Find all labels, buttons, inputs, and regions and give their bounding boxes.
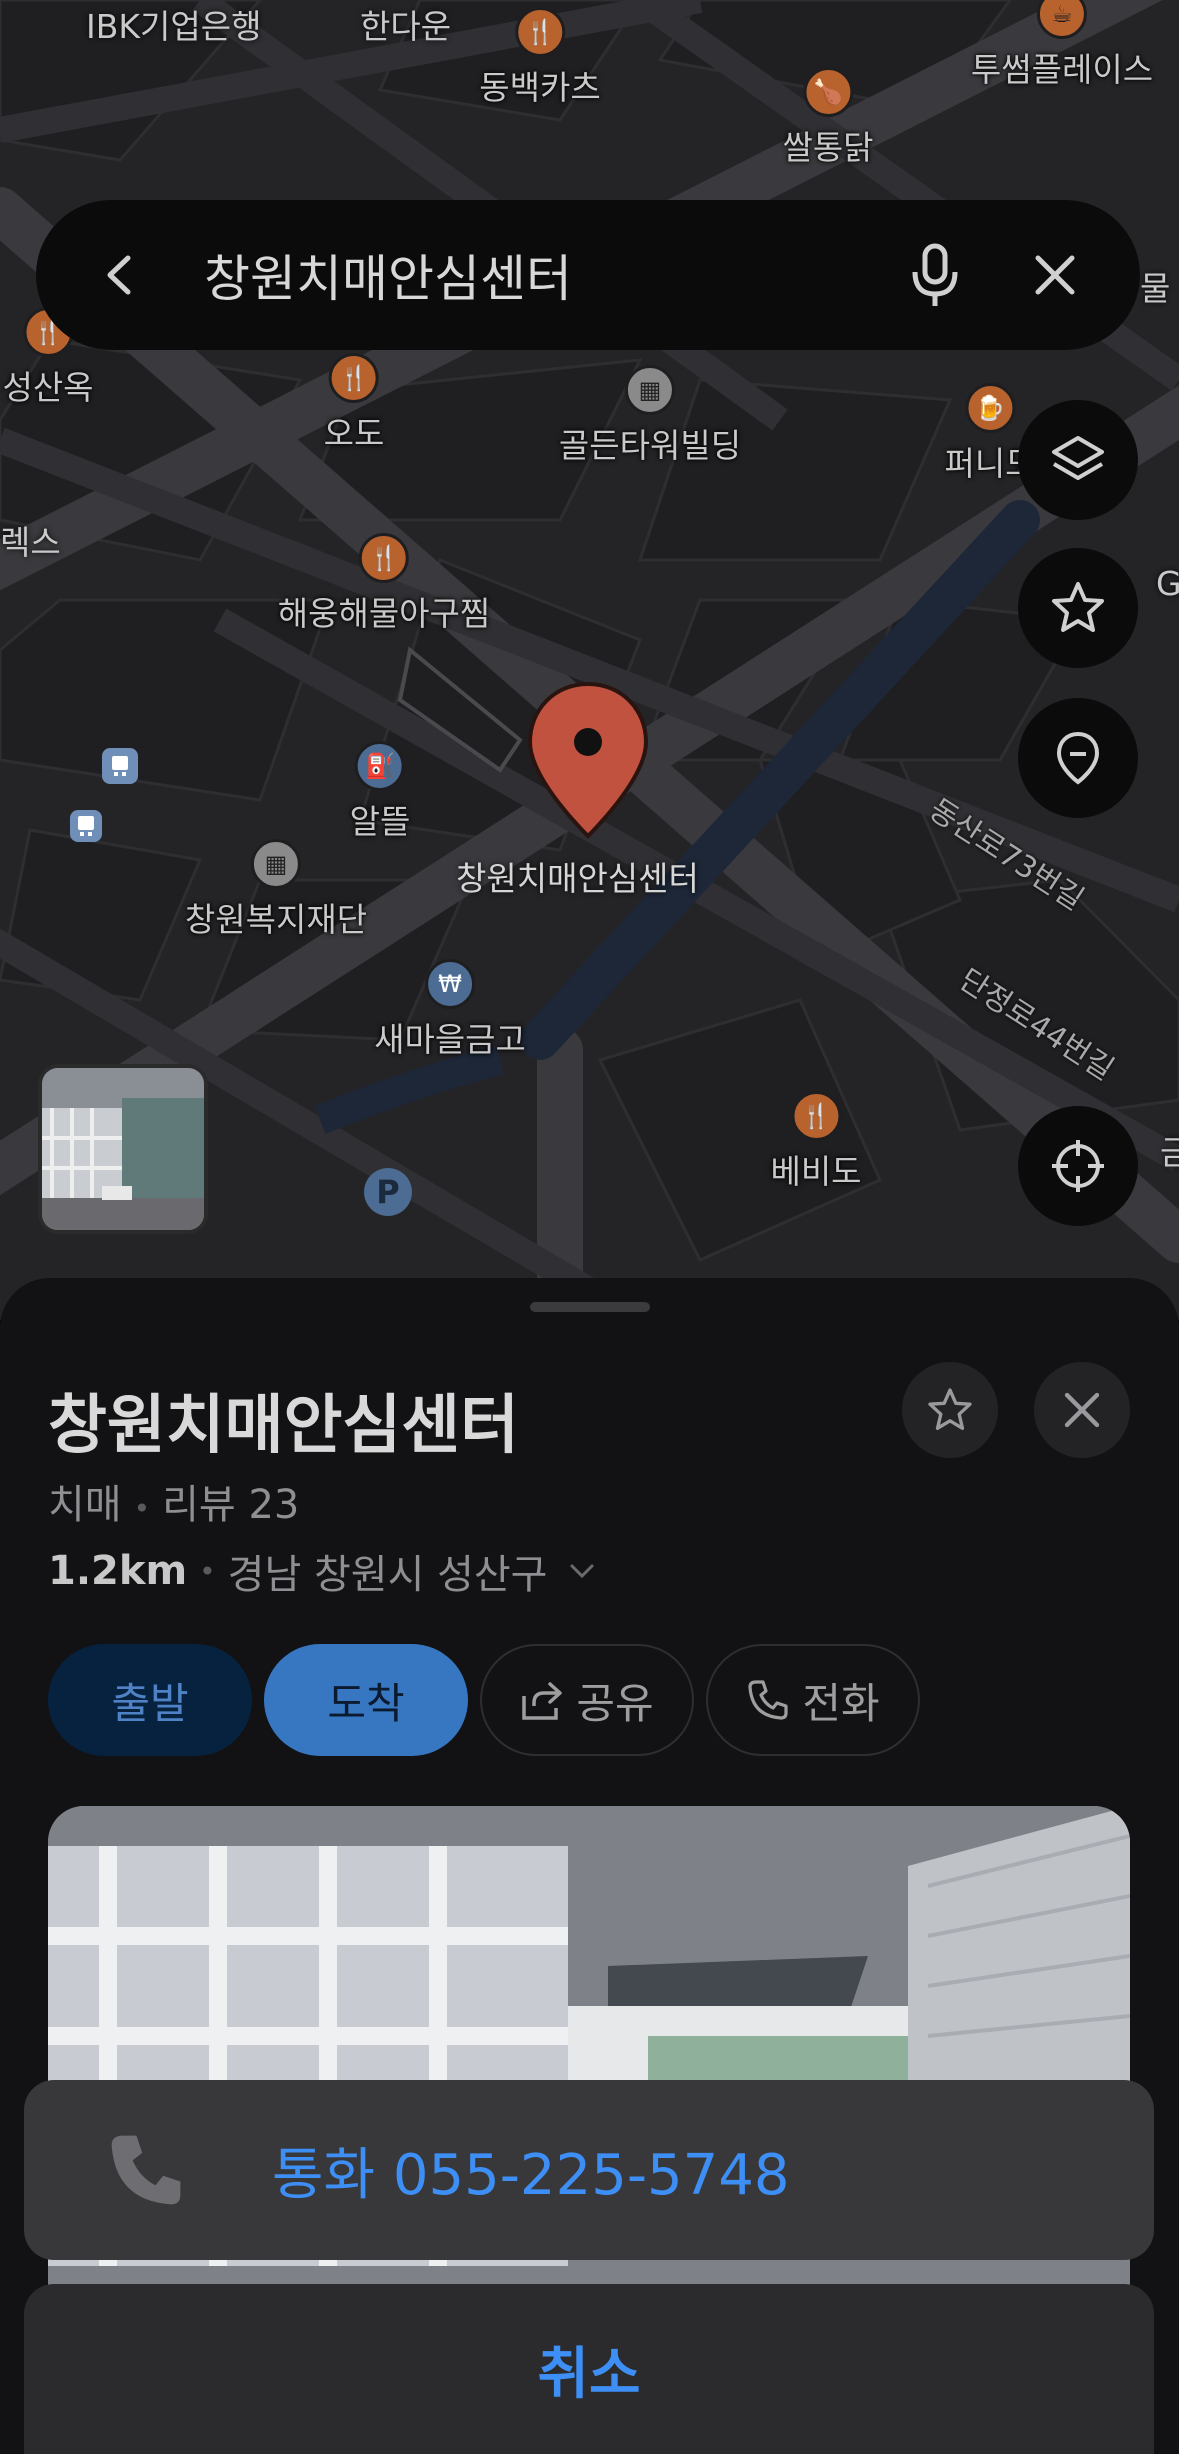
restaurant-icon: 🍴 bbox=[328, 353, 379, 403]
poi-label: 투썸플레이스 bbox=[970, 50, 1154, 89]
poi-label: 해웅해물아구찜 bbox=[277, 594, 491, 633]
share-icon bbox=[522, 1682, 563, 1720]
arrive-button[interactable]: 도착 bbox=[264, 1644, 468, 1756]
poi-saemaeul[interactable]: ₩ 새마을금고 bbox=[374, 959, 526, 1061]
call-label: 전화 bbox=[802, 1678, 880, 1728]
search-bar[interactable]: 창원치매안심센터 bbox=[36, 200, 1140, 350]
poi-label: 새마을금고 bbox=[374, 1020, 526, 1059]
poi-golden-tower[interactable]: ▦ 골든타워빌딩 bbox=[559, 365, 741, 467]
poi-label: 골든타워빌딩 bbox=[558, 426, 742, 465]
poi-odo[interactable]: 🍴 오도 bbox=[323, 353, 385, 455]
poi-label: 쌀통닭 bbox=[782, 128, 874, 167]
call-action-label: 통화 055-225-5748 bbox=[272, 2142, 790, 2208]
share-label: 공유 bbox=[576, 1678, 654, 1728]
cafe-icon: ☕ bbox=[1036, 0, 1087, 39]
poi-label: 창원복지재단 bbox=[184, 900, 368, 939]
poi-twosome[interactable]: ☕ 투썸플레이스 bbox=[971, 0, 1153, 91]
close-icon bbox=[1064, 1392, 1100, 1428]
chevron-down-icon[interactable] bbox=[562, 1551, 602, 1591]
place-category: 치매 bbox=[48, 1482, 122, 1528]
separator-dot: • bbox=[133, 1492, 151, 1525]
place-title: 창원치매안심센터 bbox=[48, 1389, 520, 1463]
map-view[interactable]: IBK기업은행 한다운 🍴 동백카츠 🍗 쌀통닭 ☕ 투썸플레이스 🍴 성산옥 … bbox=[0, 0, 1179, 1320]
building-icon: ▦ bbox=[624, 365, 675, 415]
poi-label-edge-geum[interactable]: 금 bbox=[1160, 1126, 1179, 1174]
sheet-drag-handle[interactable] bbox=[530, 1302, 650, 1312]
call-button[interactable]: 전화 bbox=[706, 1644, 920, 1756]
separator-dot: • bbox=[199, 1554, 216, 1588]
poi-changwon-welfare[interactable]: ▦ 창원복지재단 bbox=[185, 839, 367, 941]
layers-button[interactable] bbox=[1018, 400, 1138, 520]
poi-haewoong[interactable]: 🍴 해웅해물아구찜 bbox=[277, 533, 491, 635]
poi-label: 동백카츠 bbox=[479, 68, 601, 107]
restaurant-icon: 🍴 bbox=[359, 533, 409, 583]
selected-place-label[interactable]: 창원치매안심센터 bbox=[456, 852, 699, 900]
place-address: 경남 창원시 성산구 bbox=[227, 1552, 548, 1598]
chevron-left-icon bbox=[107, 255, 131, 295]
place-meta-location[interactable]: 1.2km • 경남 창원시 성산구 bbox=[48, 1542, 602, 1600]
crosshair-icon bbox=[1052, 1140, 1104, 1192]
poi-label: 알뜰 bbox=[349, 802, 411, 841]
restaurant-icon: 🍴 bbox=[791, 1091, 841, 1141]
poi-ssaltongdak[interactable]: 🍗 쌀통닭 bbox=[782, 67, 874, 169]
restaurant-icon: 🍴 bbox=[514, 7, 565, 57]
depart-button[interactable]: 출발 bbox=[48, 1644, 252, 1756]
bank-icon: ₩ bbox=[425, 959, 475, 1009]
place-reviews[interactable]: 리뷰 23 bbox=[162, 1482, 299, 1528]
microphone-icon bbox=[912, 243, 958, 306]
poi-altteul[interactable]: ⛽ 알뜰 bbox=[349, 741, 411, 843]
bus-stop-icon[interactable] bbox=[68, 808, 104, 844]
beer-icon: 🍺 bbox=[965, 383, 1015, 433]
selected-place-pin[interactable] bbox=[526, 680, 650, 844]
star-icon bbox=[1052, 582, 1104, 632]
back-button[interactable] bbox=[76, 230, 166, 320]
close-icon bbox=[1035, 255, 1075, 295]
building-icon: ▦ bbox=[250, 839, 301, 889]
poi-label-rex[interactable]: 렉스 bbox=[0, 516, 61, 564]
poi-bebido[interactable]: 🍴 베비도 bbox=[770, 1091, 862, 1193]
phone-icon bbox=[111, 2135, 181, 2205]
call-phone-action[interactable]: 통화 055-225-5748 bbox=[24, 2080, 1154, 2260]
phone-icon-wrap bbox=[96, 2128, 196, 2212]
poi-label-edge[interactable]: 물 bbox=[1140, 262, 1170, 310]
place-meta-category: 치매 • 리뷰 23 bbox=[48, 1472, 299, 1530]
map-pin-icon bbox=[527, 681, 649, 839]
poi-label-ibk[interactable]: IBK기업은행 bbox=[86, 0, 261, 48]
cancel-button[interactable]: 취소 bbox=[24, 2284, 1154, 2454]
bus-stop-icon[interactable] bbox=[102, 748, 138, 784]
close-sheet-button[interactable] bbox=[1034, 1362, 1130, 1458]
street-view-image bbox=[42, 1068, 204, 1230]
poi-dongbaek[interactable]: 🍴 동백카츠 bbox=[479, 7, 601, 109]
voice-search-button[interactable] bbox=[890, 230, 980, 320]
layers-icon bbox=[1052, 436, 1104, 480]
place-detail-sheet[interactable]: 창원치매안심센터 치매 • 리뷰 23 1.2km • 경남 창원시 성산구 출발 도착… bbox=[0, 1278, 1179, 2454]
star-icon bbox=[928, 1388, 972, 1430]
gas-station-icon: ⛽ bbox=[354, 741, 405, 791]
parking-icon[interactable]: P bbox=[364, 1168, 412, 1216]
poi-label-handaum[interactable]: 한다운 bbox=[360, 0, 451, 48]
saved-places-button[interactable] bbox=[1018, 698, 1138, 818]
phone-icon bbox=[748, 1680, 788, 1720]
save-favorite-button[interactable] bbox=[902, 1362, 998, 1458]
my-location-button[interactable] bbox=[1018, 1106, 1138, 1226]
poi-label: 오도 bbox=[323, 414, 385, 453]
search-query[interactable]: 창원치매안심센터 bbox=[204, 239, 890, 311]
street-view-thumbnail[interactable] bbox=[38, 1064, 208, 1234]
poi-label-edge-g[interactable]: G bbox=[1156, 564, 1179, 603]
location-pin-icon bbox=[1056, 731, 1100, 785]
share-button[interactable]: 공유 bbox=[480, 1644, 694, 1756]
favorites-button[interactable] bbox=[1018, 548, 1138, 668]
place-distance: 1.2km bbox=[48, 1548, 188, 1594]
chicken-icon: 🍗 bbox=[803, 67, 853, 117]
poi-label: 베비도 bbox=[770, 1152, 862, 1191]
clear-search-button[interactable] bbox=[1010, 230, 1100, 320]
poi-label: 성산옥 bbox=[2, 368, 94, 407]
